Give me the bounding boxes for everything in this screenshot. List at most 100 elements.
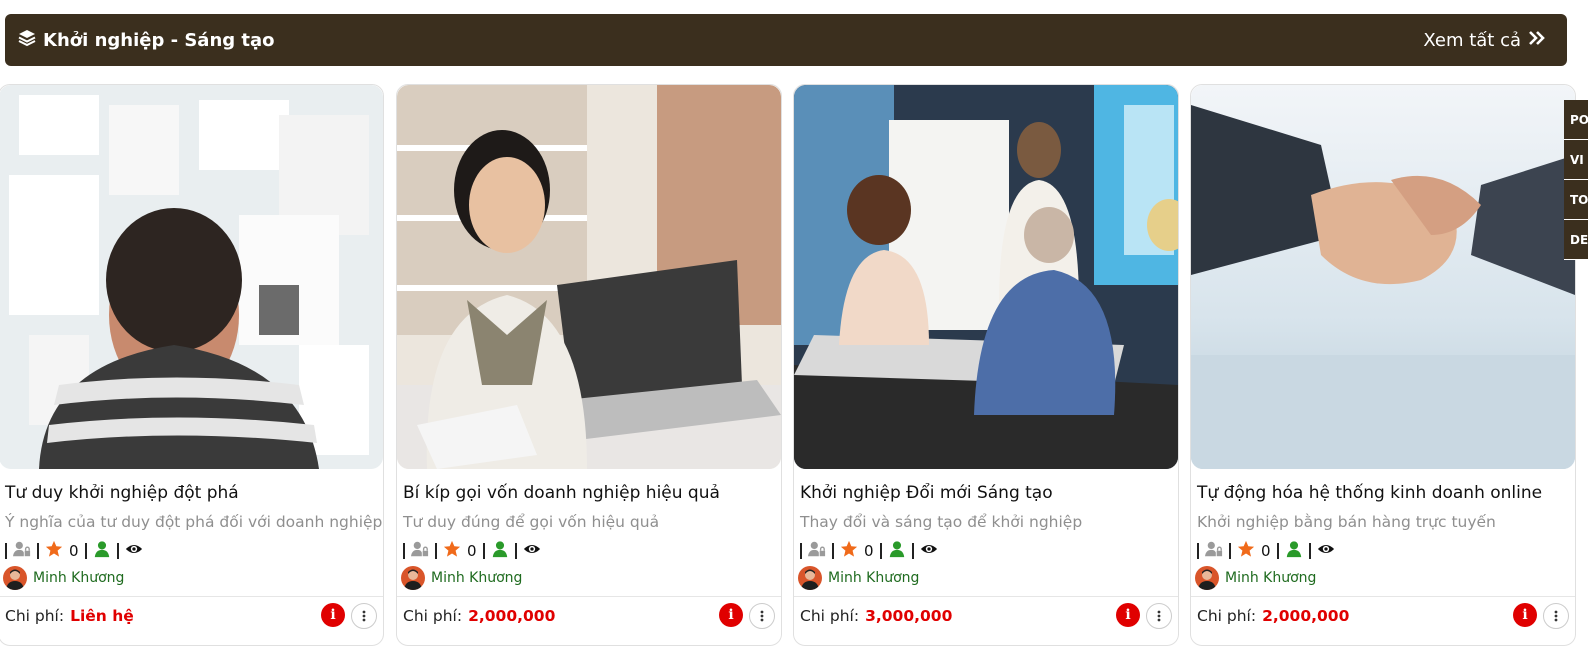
divider [1276,543,1279,559]
user-lock-icon [13,540,31,562]
divider [514,543,517,559]
course-meta: 0 [800,540,938,562]
author-name: Minh Khương [431,570,523,586]
info-icon: i [330,607,336,623]
user-icon [491,540,509,562]
divider [1197,543,1199,559]
side-tab-vi[interactable]: VI [1564,140,1588,180]
user-lock-icon [808,540,826,562]
user-lock-icon [411,540,429,562]
more-options-button[interactable] [1146,603,1172,629]
course-meta: 0 [1197,540,1335,562]
course-card[interactable]: Khởi nghiệp Đổi mới Sáng tạo Thay đổi và… [793,84,1179,646]
side-tab-to[interactable]: TO [1564,180,1588,220]
star-icon [840,540,858,562]
divider [435,543,437,559]
cost-label: Chi phí: [5,607,65,625]
course-subtitle: Thay đổi và sáng tạo để khởi nghiệp [800,513,1083,531]
cost-value: 3,000,000 [865,607,953,625]
eye-icon [1317,540,1335,562]
info-button[interactable]: i [321,603,345,627]
see-all-label: Xem tất cả [1423,29,1521,51]
cost-label: Chi phí: [800,607,860,625]
course-subtitle: Ý nghĩa của tư duy đột phá đối với doanh… [5,513,383,531]
course-cost: Chi phí: 2,000,000 [1197,607,1349,625]
cost-label: Chi phí: [403,607,463,625]
divider [1229,543,1231,559]
more-vertical-icon [760,607,764,626]
course-card[interactable]: Tư duy khởi nghiệp đột phá Ý nghĩa của t… [0,84,384,646]
section-title-text: Khởi nghiệp - Sáng tạo [43,29,275,51]
course-meta: 0 [403,540,541,562]
course-card[interactable]: Tự động hóa hệ thống kinh doanh online K… [1190,84,1576,646]
rating-count: 0 [864,542,874,560]
course-card[interactable]: Bí kíp gọi vốn doanh nghiệp hiệu quả Tư … [396,84,782,646]
double-chevron-right-icon [1527,29,1547,52]
course-subtitle: Khởi nghiệp bằng bán hàng trực tuyến [1197,513,1496,531]
author-name: Minh Khương [1225,570,1317,586]
course-thumbnail[interactable] [1191,85,1575,469]
cost-value: 2,000,000 [1262,607,1350,625]
course-subtitle: Tư duy đúng để gọi vốn hiệu quả [403,513,660,531]
side-tab-de[interactable]: DE [1564,220,1588,260]
section-header: Khởi nghiệp - Sáng tạo Xem tất cả [5,14,1567,66]
course-title[interactable]: Tư duy khởi nghiệp đột phá [5,483,239,503]
author-name: Minh Khương [828,570,920,586]
rating-count: 0 [1261,542,1271,560]
author-name: Minh Khương [33,570,125,586]
divider [84,543,87,559]
star-icon [443,540,461,562]
user-lock-icon [1205,540,1223,562]
eye-icon [523,540,541,562]
user-icon [1285,540,1303,562]
info-button[interactable]: i [1513,603,1537,627]
card-divider [1191,596,1575,597]
cost-value: Liên hệ [70,607,134,625]
course-author[interactable]: Minh Khương [3,566,124,590]
eye-icon [125,540,143,562]
course-cost: Chi phí: Liên hệ [5,607,134,625]
side-floating-menu: PO VI TO DE [1564,100,1588,260]
divider [116,543,119,559]
section-title: Khởi nghiệp - Sáng tạo [17,14,275,66]
divider [482,543,485,559]
info-icon: i [1125,607,1131,623]
divider [37,543,39,559]
info-button[interactable]: i [719,603,743,627]
star-icon [1237,540,1255,562]
course-thumbnail[interactable] [397,85,781,469]
course-title[interactable]: Tự động hóa hệ thống kinh doanh online [1197,483,1542,503]
info-button[interactable]: i [1116,603,1140,627]
layers-icon [17,28,37,53]
course-cost: Chi phí: 2,000,000 [403,607,555,625]
avatar [1195,566,1219,590]
course-author[interactable]: Minh Khương [401,566,522,590]
rating-count: 0 [69,542,79,560]
course-thumbnail[interactable] [0,85,383,469]
more-vertical-icon [362,607,366,626]
see-all-link[interactable]: Xem tất cả [1423,14,1547,66]
cost-label: Chi phí: [1197,607,1257,625]
card-divider [794,596,1178,597]
divider [879,543,882,559]
avatar [798,566,822,590]
divider [911,543,914,559]
course-title[interactable]: Khởi nghiệp Đổi mới Sáng tạo [800,483,1053,503]
star-icon [45,540,63,562]
course-thumbnail[interactable] [794,85,1178,469]
avatar [3,566,27,590]
divider [832,543,834,559]
eye-icon [920,540,938,562]
user-icon [93,540,111,562]
course-meta: 0 [5,540,143,562]
card-divider [0,596,383,597]
info-icon: i [728,607,734,623]
more-options-button[interactable] [1543,603,1569,629]
side-tab-po[interactable]: PO [1564,100,1588,140]
more-options-button[interactable] [351,603,377,629]
cost-value: 2,000,000 [468,607,556,625]
course-title[interactable]: Bí kíp gọi vốn doanh nghiệp hiệu quả [403,483,720,503]
course-author[interactable]: Minh Khương [798,566,919,590]
course-author[interactable]: Minh Khương [1195,566,1316,590]
more-options-button[interactable] [749,603,775,629]
